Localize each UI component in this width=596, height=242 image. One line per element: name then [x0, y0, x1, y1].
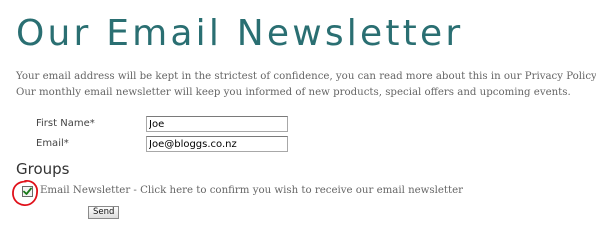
intro-line-newsletter: Our monthly email newsletter will keep y… [16, 87, 571, 98]
email-row: Email* [0, 136, 596, 154]
send-button[interactable]: Send [88, 206, 120, 219]
intro-line-privacy: Your email address will be kept in the s… [16, 71, 596, 82]
first-name-input[interactable] [146, 116, 288, 132]
newsletter-option: Email Newsletter - Click here to confirm… [0, 184, 596, 200]
page-title: Our Email Newsletter [16, 13, 464, 54]
email-input[interactable] [146, 136, 288, 152]
intro-text: Your email address will be kept in the s… [16, 69, 596, 101]
groups-heading: Groups [16, 160, 70, 178]
first-name-label: First Name* [36, 118, 95, 129]
check-icon [23, 187, 32, 195]
first-name-row: First Name* [0, 116, 596, 134]
email-label: Email* [36, 138, 69, 149]
newsletter-checkbox[interactable] [22, 186, 33, 197]
newsletter-checkbox-label[interactable]: Email Newsletter - Click here to confirm… [40, 185, 463, 196]
